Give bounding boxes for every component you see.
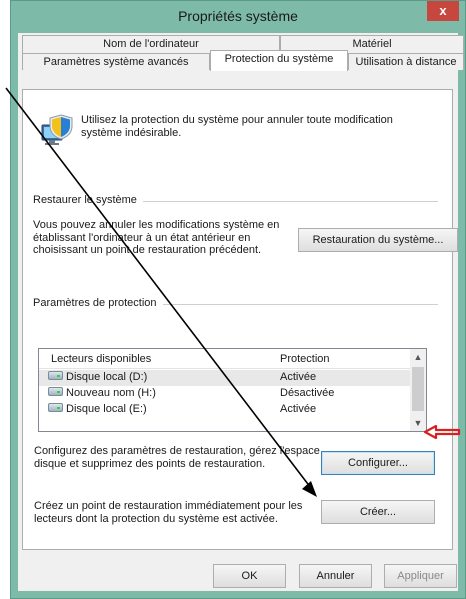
restore-group-title: Restaurer le système <box>33 194 143 206</box>
scroll-thumb[interactable] <box>412 367 424 411</box>
drive-row[interactable]: Disque local (E:) Activée <box>39 402 410 418</box>
create-description: Créez un point de restauration immédiate… <box>34 500 303 525</box>
system-restore-button[interactable]: Restauration du système... <box>298 228 458 252</box>
hard-drive-icon <box>48 387 63 396</box>
title-bar[interactable]: Propriétés système x <box>11 1 465 33</box>
tab-system-protection[interactable]: Protection du système <box>210 50 348 71</box>
system-protection-icon <box>41 114 73 145</box>
configure-button[interactable]: Configurer... <box>321 451 435 475</box>
hard-drive-icon <box>48 403 63 412</box>
restore-description: Vous pouvez annuler les modifications sy… <box>33 219 280 256</box>
drive-name: Nouveau nom (H:) <box>66 387 156 399</box>
column-protection[interactable]: Protection <box>280 353 330 365</box>
dialog-client-area: Nom de l'ordinateur Matériel Paramètres … <box>18 33 464 591</box>
scroll-up-icon[interactable]: ▲ <box>410 349 426 365</box>
drive-status: Activée <box>280 371 317 383</box>
cancel-button[interactable]: Annuler <box>299 564 372 588</box>
configure-description: Configurez des paramètres de restauratio… <box>34 445 320 470</box>
hard-drive-icon <box>48 371 63 380</box>
tab-panel: Utilisez la protection du système pour a… <box>22 89 458 550</box>
drive-status: Désactivée <box>280 387 335 399</box>
drive-status: Activée <box>280 403 317 415</box>
intro-text: Utilisez la protection du système pour a… <box>81 114 393 139</box>
system-properties-window: Propriétés système x Nom de l'ordinateur… <box>10 0 466 599</box>
scroll-down-icon[interactable]: ▼ <box>410 415 426 431</box>
column-available-drives[interactable]: Lecteurs disponibles <box>51 353 151 365</box>
drives-list-header: Lecteurs disponibles Protection <box>39 349 410 369</box>
protection-group-title: Paramètres de protection <box>33 297 163 309</box>
drives-list-scrollbar[interactable]: ▲ ▼ <box>410 349 426 431</box>
create-button[interactable]: Créer... <box>321 500 435 524</box>
tab-remote[interactable]: Utilisation à distance <box>348 53 464 70</box>
apply-button[interactable]: Appliquer <box>384 564 457 588</box>
window-title: Propriétés système <box>178 8 298 24</box>
drive-row[interactable]: Disque local (D:) Activée <box>39 370 410 386</box>
tab-advanced-settings[interactable]: Paramètres système avancés <box>22 53 210 70</box>
drive-name: Disque local (D:) <box>66 371 148 383</box>
close-button[interactable]: x <box>427 1 459 21</box>
drives-list[interactable]: Lecteurs disponibles Protection Disque l… <box>38 348 427 432</box>
ok-button[interactable]: OK <box>213 564 286 588</box>
drive-row[interactable]: Nouveau nom (H:) Désactivée <box>39 386 410 402</box>
drive-name: Disque local (E:) <box>66 403 147 415</box>
